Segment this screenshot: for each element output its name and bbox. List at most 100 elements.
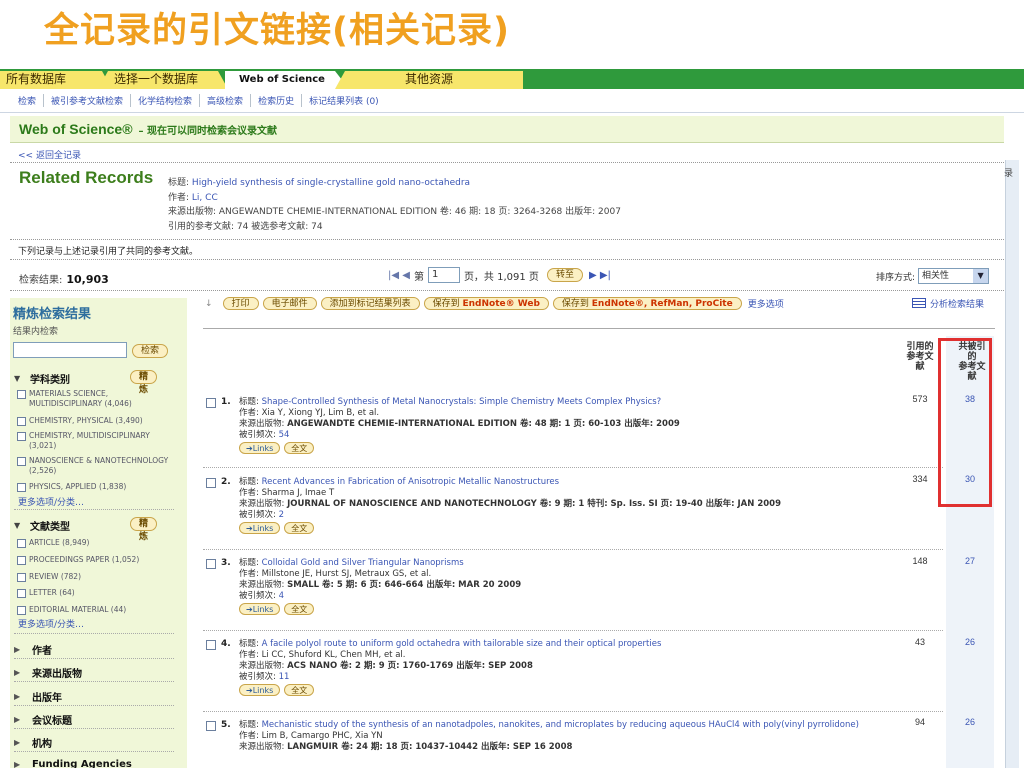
doctype-facet[interactable]: ▼ 文献类型 精炼 <box>14 517 158 542</box>
triangle-right-icon: ▶ <box>14 738 21 747</box>
facet-doctype-5[interactable]: EDITORIAL MATERIAL (44) <box>17 605 177 615</box>
analyze-icon <box>912 298 926 308</box>
facet-institutions[interactable]: ▶ 机构 <box>14 735 52 750</box>
next-last-page-icon[interactable]: ▶ ▶| <box>589 270 611 281</box>
times-cited-link[interactable]: 2 <box>279 510 284 520</box>
refine-search-button[interactable]: 检索 <box>132 344 169 358</box>
divider <box>14 658 174 659</box>
checkbox[interactable] <box>17 417 26 426</box>
facet-doctype-4[interactable]: LETTER (64) <box>17 588 177 598</box>
fulltext-button[interactable]: 全文 <box>284 603 315 615</box>
checkbox[interactable] <box>17 432 26 441</box>
facet-subject-1[interactable]: MATERIALS SCIENCE, MULTIDISCIPLINARY (4,… <box>17 389 177 409</box>
triangle-right-icon: ▶ <box>14 715 21 724</box>
tab-other-resources[interactable]: 其他资源 <box>335 71 523 89</box>
facet-doctype-3[interactable]: REVIEW (782) <box>17 572 177 582</box>
email-button[interactable]: 电子邮件 <box>262 297 317 310</box>
subject-category-facet[interactable]: ▼ 学科类别 精炼 <box>14 370 158 395</box>
triangle-down-icon: ▼ <box>14 521 21 530</box>
record-title-link[interactable]: Colloidal Gold and Silver Triangular Nan… <box>262 558 464 568</box>
source-title[interactable]: High-yield synthesis of single-crystalli… <box>192 178 470 188</box>
checkbox[interactable] <box>17 589 26 598</box>
times-cited-link[interactable]: 4 <box>279 591 284 601</box>
record-title-link[interactable]: Mechanistic study of the synthesis of an… <box>262 720 859 730</box>
refine-subjects-button[interactable]: 精炼 <box>130 370 158 395</box>
checkbox[interactable] <box>17 457 26 466</box>
facet-subject-4[interactable]: NANOSCIENCE & NANOTECHNOLOGY (2,526) <box>17 456 177 476</box>
cited-refs-column-header[interactable]: 引用的 参考文献 <box>900 342 940 372</box>
shared-refs-count[interactable]: 26 <box>950 717 990 727</box>
record-checkbox[interactable] <box>206 478 216 488</box>
first-prev-page-icon[interactable]: |◀ ◀ <box>388 270 410 281</box>
subnav-cited-ref-search[interactable]: 被引参考文献检索 <box>43 94 130 107</box>
checkbox[interactable] <box>17 556 26 565</box>
subnav-search[interactable]: 检索 <box>12 94 43 107</box>
links-button[interactable]: ➔Links <box>239 603 281 615</box>
fulltext-button[interactable]: 全文 <box>284 522 315 534</box>
checkbox[interactable] <box>17 539 26 548</box>
facet-subject-2[interactable]: CHEMISTRY, PHYSICAL (3,490) <box>17 416 177 426</box>
sort-select[interactable]: 相关性 ▼ <box>918 268 990 284</box>
refine-search-input[interactable] <box>13 342 127 358</box>
back-to-full-record-link[interactable]: << 返回全记录 <box>18 148 81 161</box>
shared-refs-count[interactable]: 27 <box>950 556 990 566</box>
tab-web-of-science[interactable]: Web of Science <box>225 71 349 89</box>
analyze-results-link[interactable]: 分析检索结果 <box>912 297 984 310</box>
subnav-marked-list[interactable]: 标记结果列表 (0) <box>301 94 386 107</box>
record-checkbox[interactable] <box>206 640 216 650</box>
facet-authors[interactable]: ▶ 作者 <box>14 642 52 657</box>
facet-pub-years[interactable]: ▶ 出版年 <box>14 689 62 704</box>
go-button[interactable]: 转至 <box>546 268 583 282</box>
tab-all-databases[interactable]: 所有数据库 <box>0 71 112 89</box>
chevron-down-icon[interactable]: ▼ <box>973 269 989 283</box>
checkbox[interactable] <box>17 483 26 492</box>
checkbox[interactable] <box>17 390 26 399</box>
checkbox[interactable] <box>17 573 26 582</box>
subnav-structure-search[interactable]: 化学结构检索 <box>130 94 199 107</box>
fulltext-button[interactable]: 全文 <box>284 684 315 696</box>
facet-funding-agencies[interactable]: ▶ Funding Agencies <box>14 759 132 768</box>
page-number-input[interactable]: 1 <box>427 267 460 283</box>
subnav-search-history[interactable]: 检索历史 <box>250 94 301 107</box>
add-to-marked-list-button[interactable]: 添加到标记结果列表 <box>320 297 420 310</box>
cited-refs-count: 94 <box>914 717 925 727</box>
divider <box>14 751 174 752</box>
results-count: 检索结果: 10,903 <box>19 273 109 286</box>
links-button[interactable]: ➔Links <box>239 684 281 696</box>
record-checkbox[interactable] <box>206 559 216 569</box>
facet-doctype-2[interactable]: PROCEEDINGS PAPER (1,052) <box>17 555 177 565</box>
print-button[interactable]: 打印 <box>222 297 259 310</box>
vertical-scrollbar[interactable] <box>1005 160 1019 768</box>
triangle-right-icon: ▶ <box>14 760 21 768</box>
fulltext-button[interactable]: 全文 <box>284 442 315 454</box>
facet-subject-3[interactable]: CHEMISTRY, MULTIDISCIPLINARY (3,021) <box>17 431 177 451</box>
times-cited-link[interactable]: 11 <box>279 672 290 682</box>
tab-select-database[interactable]: 选择一个数据库 <box>98 71 228 89</box>
source-author[interactable]: Li, CC <box>192 193 218 203</box>
save-endnote-web-button[interactable]: 保存到 EndNote® Web <box>423 297 549 310</box>
more-doctypes-link[interactable]: 更多选项/分类… <box>18 617 84 630</box>
divider <box>14 633 174 634</box>
shared-refs-count[interactable]: 26 <box>950 637 990 647</box>
record-number: 2. <box>221 477 231 487</box>
times-cited-link[interactable]: 54 <box>279 430 290 440</box>
subnav-advanced-search[interactable]: 高级检索 <box>199 94 250 107</box>
record-checkbox[interactable] <box>206 721 216 731</box>
facet-subject-5[interactable]: PHYSICS, APPLIED (1,838) <box>17 482 177 492</box>
checkbox[interactable] <box>17 606 26 615</box>
save-endnote-desktop-button[interactable]: 保存到 EndNote®, RefMan, ProCite <box>552 297 742 310</box>
record-checkbox[interactable] <box>206 398 216 408</box>
facet-source-titles[interactable]: ▶ 来源出版物 <box>14 665 82 680</box>
more-subjects-link[interactable]: 更多选项/分类… <box>18 495 84 508</box>
facet-doctype-1[interactable]: ARTICLE (8,949) <box>17 538 177 548</box>
record-title-link[interactable]: Shape-Controlled Synthesis of Metal Nano… <box>262 397 662 407</box>
record-authors: Lim B, Camargo PHC, Xia YN <box>261 731 383 741</box>
more-options-link[interactable]: 更多选项 <box>748 297 784 310</box>
links-button[interactable]: ➔Links <box>239 442 281 454</box>
record-title-link[interactable]: A facile polyol route to uniform gold oc… <box>262 639 662 649</box>
record-title-link[interactable]: Recent Advances in Fabrication of Anisot… <box>262 477 559 487</box>
links-button[interactable]: ➔Links <box>239 522 281 534</box>
refine-doctypes-button[interactable]: 精炼 <box>130 517 158 542</box>
triangle-down-icon: ▼ <box>14 374 21 383</box>
facet-conference-titles[interactable]: ▶ 会议标题 <box>14 712 72 727</box>
